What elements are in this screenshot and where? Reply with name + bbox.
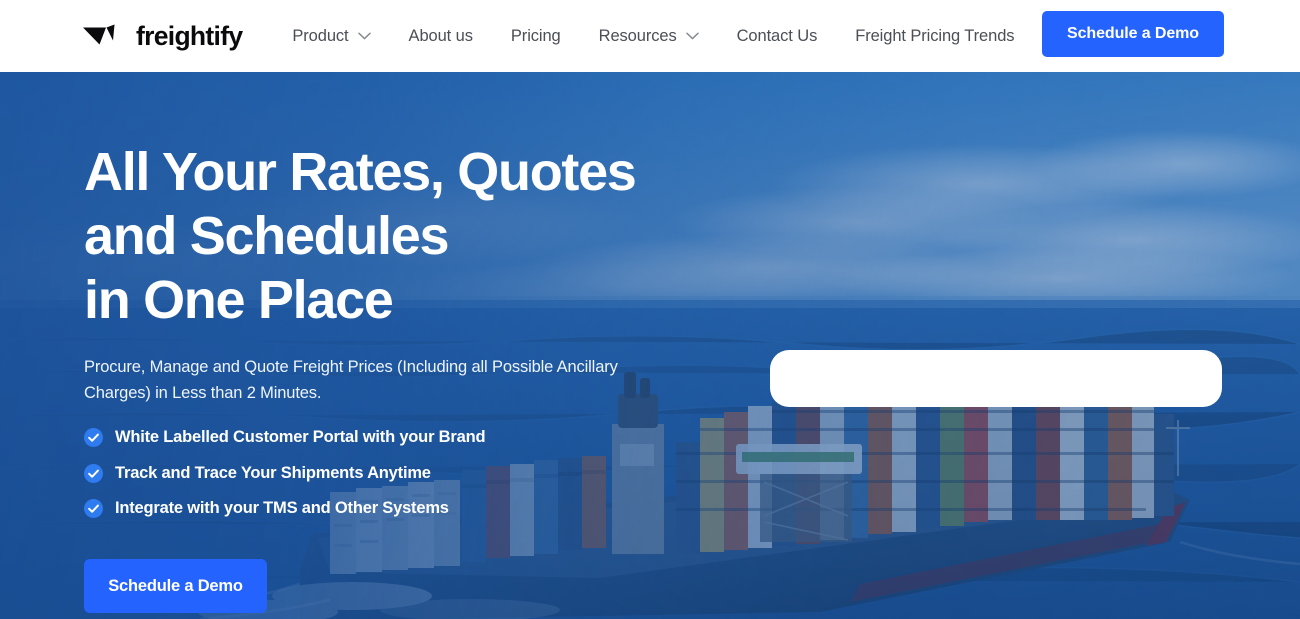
benefit-label: White Labelled Customer Portal with your… — [115, 428, 486, 447]
nav-item-resources[interactable]: Resources — [580, 0, 718, 72]
nav-item-label: Freight Pricing Trends — [855, 26, 1015, 45]
benefit-label: Integrate with your TMS and Other System… — [115, 499, 449, 518]
freightify-arrow-logo-icon — [83, 24, 115, 45]
check-circle-icon — [84, 499, 103, 519]
nav-item-label: Contact Us — [736, 26, 818, 45]
brand-logo-link[interactable]: freightify — [82, 20, 243, 51]
main-navigation: Product About us Pricing Resources Conta… — [273, 0, 1033, 72]
nav-item-pricing[interactable]: Pricing — [492, 0, 580, 72]
hero-schedule-demo-button[interactable]: Schedule a Demo — [84, 559, 267, 613]
chevron-down-icon — [685, 32, 699, 40]
hero-title-line: in One Place — [84, 270, 394, 330]
hero-media-panel[interactable] — [770, 350, 1222, 407]
hero-title-line: and Schedules — [84, 206, 450, 266]
site-header: freightify Product About us Pricing Reso… — [0, 0, 1300, 72]
hero-title-line: All Your Rates, Quotes — [84, 142, 637, 202]
nav-item-freight-pricing-trends[interactable]: Freight Pricing Trends — [836, 0, 1033, 72]
hero-title: All Your Rates, Quotes and Schedules in … — [84, 140, 784, 332]
nav-item-label: Pricing — [510, 26, 561, 45]
benefit-item: Track and Trace Your Shipments Anytime — [84, 456, 485, 492]
hero-content: All Your Rates, Quotes and Schedules in … — [0, 72, 1300, 619]
nav-item-label: Product — [292, 26, 349, 45]
hero-benefits-list: White Labelled Customer Portal with your… — [84, 420, 486, 527]
check-circle-icon — [84, 428, 103, 448]
brand-name: freightify — [136, 20, 243, 51]
nav-item-about-us[interactable]: About us — [390, 0, 492, 72]
hero-section: All Your Rates, Quotes and Schedules in … — [0, 72, 1300, 619]
nav-item-label: About us — [408, 26, 473, 45]
check-circle-icon — [84, 463, 103, 483]
benefit-item: Integrate with your TMS and Other System… — [84, 491, 485, 527]
benefit-label: Track and Trace Your Shipments Anytime — [115, 463, 431, 482]
benefit-item: White Labelled Customer Portal with your… — [84, 420, 486, 456]
chevron-down-icon — [357, 32, 371, 40]
hero-subtitle: Procure, Manage and Quote Freight Prices… — [84, 358, 618, 402]
nav-item-product[interactable]: Product — [273, 0, 389, 72]
nav-item-contact-us[interactable]: Contact Us — [718, 0, 837, 72]
header-schedule-demo-button[interactable]: Schedule a Demo — [1042, 11, 1224, 57]
nav-item-label: Resources — [598, 26, 677, 45]
